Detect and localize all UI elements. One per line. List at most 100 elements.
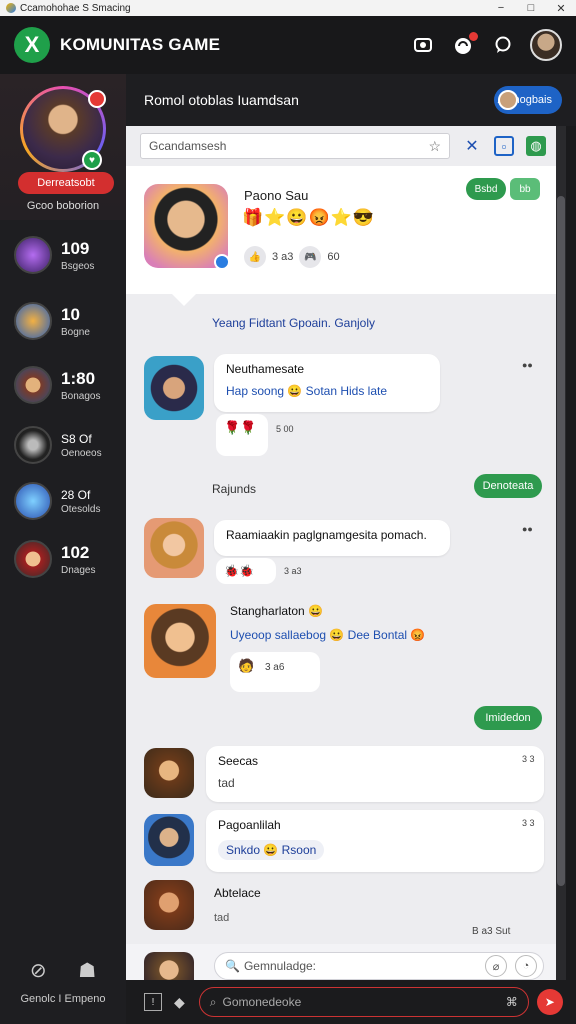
search-placeholder: Gcandamsesh bbox=[149, 139, 227, 153]
purple-sword-icon bbox=[14, 236, 52, 274]
reaction-chip[interactable]: 🎮 bbox=[299, 246, 322, 268]
sidebar-stat[interactable]: 1:80 Bonagos bbox=[14, 366, 100, 404]
message-bubble[interactable]: Neuthamesate Hap soong 😀 Sotan Hids late bbox=[214, 354, 440, 412]
info-icon[interactable]: ! bbox=[144, 993, 162, 1011]
message-bubble[interactable]: Pagoanlilah Snkdo 😀 Rsoon bbox=[206, 810, 544, 872]
close-button[interactable]: ✕ bbox=[546, 2, 576, 15]
sidebar-stat[interactable]: 102 Dnages bbox=[14, 540, 95, 578]
profile-subtitle: Gcoo boborion bbox=[26, 200, 100, 212]
message-sub: tad bbox=[218, 776, 235, 790]
notification-icon[interactable] bbox=[450, 32, 478, 58]
star-icon[interactable]: ☆ bbox=[428, 138, 441, 155]
sidebar-stat[interactable]: 28 Of Otesolds bbox=[14, 482, 100, 520]
avatar[interactable] bbox=[144, 748, 194, 798]
stat-value: 10 bbox=[61, 304, 80, 324]
message-meta: 3 a3 bbox=[284, 566, 302, 576]
blue-orange-sword-icon bbox=[14, 302, 52, 340]
pin-icon[interactable]: ✕ bbox=[462, 136, 482, 156]
message-author: Neuthamesate bbox=[226, 362, 305, 376]
sidebar-footer: ⊘ ☗ Genolc I Empeno bbox=[0, 958, 126, 1005]
compass-icon[interactable]: ⊘ bbox=[30, 958, 47, 983]
mic-icon[interactable]: ◔ bbox=[515, 955, 537, 977]
sidebar-stat[interactable]: S8 Of Oenoeos bbox=[14, 426, 102, 464]
message-meta: 5 00 bbox=[276, 424, 294, 434]
message-text: Uyeoop sallaebog 😀 Dee Bontal 😡 bbox=[230, 628, 426, 642]
attach-icon[interactable]: ⌀ bbox=[485, 955, 507, 977]
user-avatar[interactable] bbox=[530, 29, 562, 61]
message-input[interactable]: 🔍 Gemnuladge: ⌀ ◔ bbox=[214, 952, 544, 980]
diamond-icon[interactable]: ◆ bbox=[174, 994, 185, 1011]
featured-post[interactable]: Paono Sau 🎁⭐😀😡⭐😎 👍 3 a3 🎮 60 Bsbd bb bbox=[126, 166, 556, 294]
stat-value: 102 bbox=[61, 542, 90, 562]
reaction-box[interactable]: 🌹🌹 bbox=[216, 414, 268, 456]
send-button[interactable]: ➤ bbox=[536, 989, 563, 1015]
time-icon: ●● bbox=[522, 360, 533, 370]
app-title: KOMUNITAS GAME bbox=[60, 35, 221, 54]
reaction-chip[interactable]: 👍 bbox=[244, 246, 266, 268]
stat-value: 1:80 bbox=[61, 368, 96, 388]
section-label: Rajunds bbox=[212, 482, 257, 496]
search-row: Gcandamsesh ☆ ✕ ▫ ◍ bbox=[140, 132, 552, 160]
message-time: 3 3 bbox=[522, 818, 535, 828]
sidebar-stat[interactable]: 10 Bogne bbox=[14, 302, 90, 340]
sidebar-footer-label: Genolc I Empeno bbox=[20, 993, 106, 1005]
bottom-bar: ! ◆ ⌕ Gomonedeoke ⌘ ➤ bbox=[126, 980, 576, 1024]
bubble-tail bbox=[172, 294, 196, 306]
avatar[interactable] bbox=[144, 814, 194, 866]
stat-label: Dnages bbox=[61, 564, 96, 576]
avatar[interactable] bbox=[144, 880, 194, 930]
users-icon[interactable]: ☗ bbox=[78, 958, 96, 983]
message-bubble[interactable]: Seecas tad bbox=[206, 746, 544, 802]
search-icon: 🔍 bbox=[225, 959, 240, 973]
scroll-thumb[interactable] bbox=[557, 196, 565, 886]
message-bubble[interactable]: Raamiaakin paglgnamgesita pomach. bbox=[214, 520, 450, 556]
message-sub: tad bbox=[214, 912, 230, 924]
verified-icon bbox=[214, 254, 230, 270]
message-time: 3 3 bbox=[522, 754, 535, 764]
app-header: X KOMUNITAS GAME bbox=[0, 16, 576, 74]
hero-portrait-icon bbox=[14, 366, 52, 404]
minimize-button[interactable]: − bbox=[486, 2, 516, 15]
reaction-count: 60 bbox=[327, 251, 340, 263]
window-icon[interactable]: ▫ bbox=[494, 136, 514, 156]
profile-tag[interactable]: Derreatsobt bbox=[18, 172, 114, 194]
user-pill-button[interactable]: Alenogbais bbox=[493, 86, 562, 114]
message-meta: 3 a6 bbox=[264, 662, 285, 673]
bottom-placeholder: Gomonedeoke bbox=[222, 995, 302, 1009]
follow-button[interactable]: Bsbd bbox=[466, 178, 506, 200]
window-title: Ccamohohae S Smacing bbox=[20, 2, 131, 14]
stat-label: Bonagos bbox=[61, 390, 101, 402]
alert-badge bbox=[88, 90, 106, 108]
more-button[interactable]: bb bbox=[510, 178, 540, 200]
avatar[interactable] bbox=[144, 356, 204, 420]
bot-icon[interactable]: ◍ bbox=[526, 136, 546, 156]
screen-record-icon[interactable] bbox=[410, 32, 436, 58]
scrollbar[interactable] bbox=[556, 126, 566, 980]
heart-icon: ♥ bbox=[82, 150, 102, 170]
app-logo[interactable]: X bbox=[14, 27, 50, 63]
status-pill[interactable]: Imidedon bbox=[474, 706, 542, 730]
avatar[interactable] bbox=[144, 604, 216, 678]
reaction-count: 3 a3 bbox=[272, 251, 294, 263]
stat-value: 28 Of bbox=[61, 487, 91, 502]
chat-icon[interactable] bbox=[490, 32, 516, 58]
message-author: Seecas bbox=[218, 754, 259, 768]
chat-content: Gcandamsesh ☆ ✕ ▫ ◍ Paono Sau 🎁⭐😀😡⭐😎 👍 3… bbox=[126, 126, 556, 980]
avatar[interactable] bbox=[144, 184, 230, 270]
stat-label: Oenoeos bbox=[61, 447, 102, 459]
maximize-button[interactable]: □ bbox=[516, 2, 546, 15]
main-topbar: Romol otoblas Iuamdsan Alenogbais bbox=[126, 74, 576, 126]
message-text: Raamiaakin paglgnamgesita pomach. bbox=[226, 528, 427, 542]
gamepad-icon[interactable]: ⌘ bbox=[506, 995, 518, 1009]
status-pill[interactable]: Denoteata bbox=[474, 474, 542, 498]
sidebar-stat[interactable]: 109 Bsgeos bbox=[14, 236, 94, 274]
reaction-box[interactable]: 🧑 3 a6 bbox=[230, 652, 320, 692]
reaction-box[interactable]: 🐞🐞 bbox=[216, 558, 276, 584]
post-author: Paono Sau bbox=[244, 188, 309, 203]
avatar[interactable] bbox=[144, 518, 204, 578]
search-input[interactable]: Gcandamsesh ☆ bbox=[140, 133, 450, 159]
profile-card[interactable]: ♥ Derreatsobt Gcoo boborion bbox=[0, 74, 126, 220]
message-author: Pagoanlilah bbox=[218, 818, 281, 832]
bottom-input[interactable]: ⌕ Gomonedeoke ⌘ bbox=[198, 987, 529, 1017]
emoji-row: 🎁⭐😀😡⭐😎 bbox=[242, 208, 376, 227]
